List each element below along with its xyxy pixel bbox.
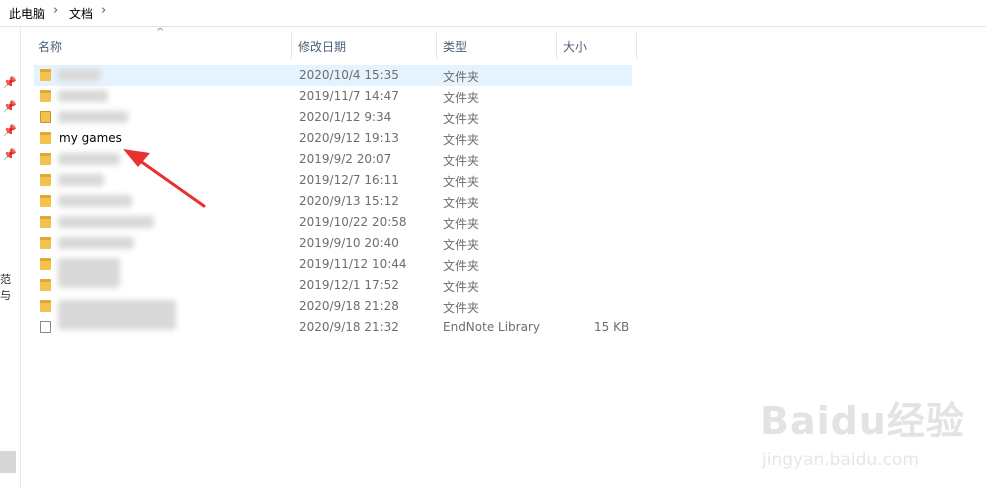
watermark-url: jingyan.baidu.com: [762, 450, 919, 470]
watermark-brand: Baidu经验: [760, 399, 965, 443]
baidu-watermark: Baidu经验 jingyan.baidu.com: [760, 390, 970, 480]
